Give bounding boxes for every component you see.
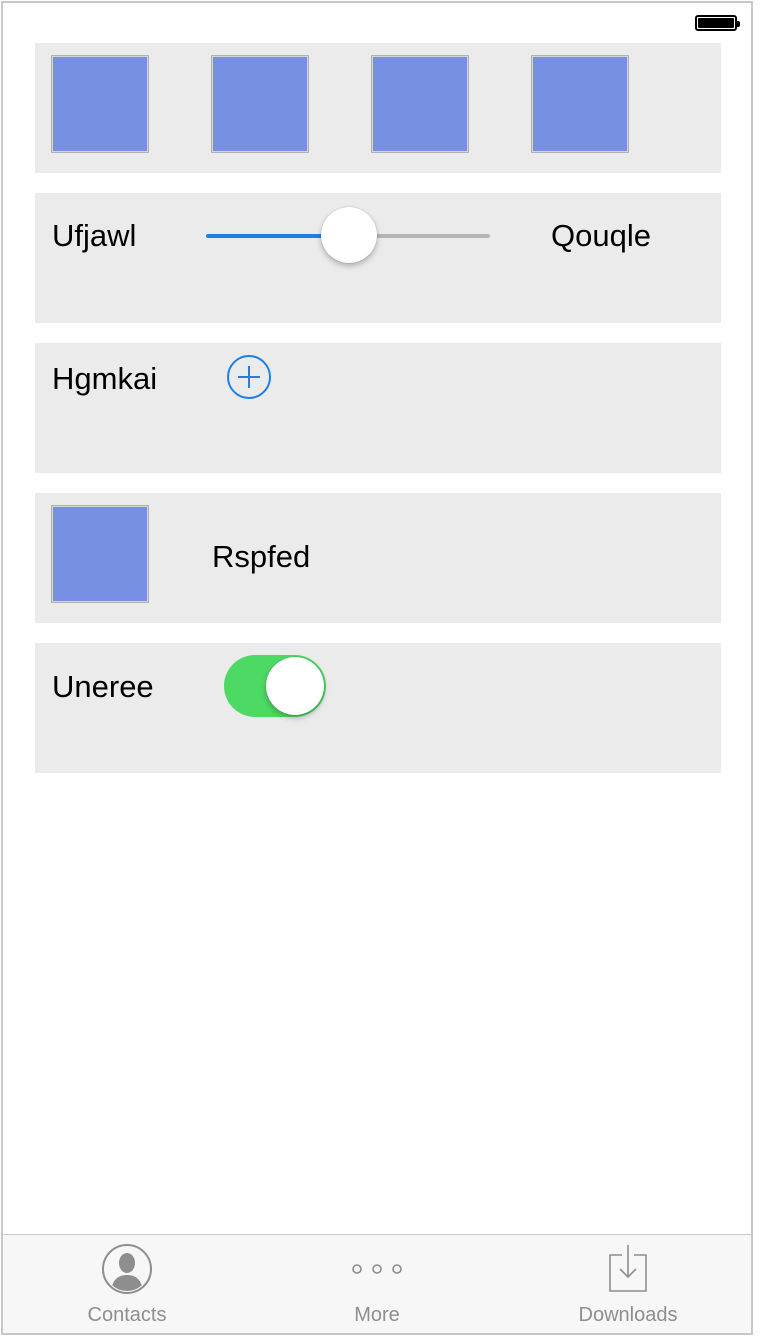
tab-bar: Contacts More Downloads (3, 1234, 751, 1333)
slider-right-label: Qouqle (551, 218, 651, 253)
add-row-label: Hgmkai (52, 361, 158, 396)
tab-more[interactable]: More (302, 1235, 452, 1333)
image-thumbnail[interactable] (211, 55, 309, 153)
tab-label: Contacts (87, 1304, 167, 1326)
tab-downloads[interactable]: Downloads (553, 1235, 703, 1333)
toggle-switch[interactable] (224, 655, 326, 717)
image-row-card (35, 43, 721, 173)
slider-left-label: Ufjawl (52, 218, 137, 253)
image-thumbnail[interactable] (371, 55, 469, 153)
image-thumbnail[interactable] (51, 55, 149, 153)
image-label-row-card: Rspfed (35, 493, 721, 623)
screen: Ufjawl Qouqle Hgmkai Rspfed Uneree Conta… (1, 1, 753, 1335)
battery-icon (695, 15, 740, 31)
slider-thumb[interactable] (321, 207, 377, 263)
toggle-row-label: Uneree (52, 669, 154, 704)
tab-label: Downloads (578, 1304, 678, 1326)
tab-contacts[interactable]: Contacts (52, 1235, 202, 1333)
plus-circle-icon (238, 366, 260, 388)
contact-person-icon (102, 1244, 152, 1294)
more-dots-icon (352, 1264, 402, 1274)
slider-row-card: Ufjawl Qouqle (35, 193, 721, 323)
battery-level-fill (698, 18, 734, 28)
toggle-knob (266, 657, 324, 715)
tab-label: More (354, 1304, 400, 1326)
download-tray-icon (609, 1245, 647, 1292)
add-button[interactable] (227, 355, 271, 399)
status-bar (3, 3, 751, 43)
add-row-card: Hgmkai (35, 343, 721, 473)
image-thumbnail[interactable] (51, 505, 149, 603)
image-thumbnail[interactable] (531, 55, 629, 153)
toggle-row-card: Uneree (35, 643, 721, 773)
image-row-label: Rspfed (212, 539, 311, 574)
